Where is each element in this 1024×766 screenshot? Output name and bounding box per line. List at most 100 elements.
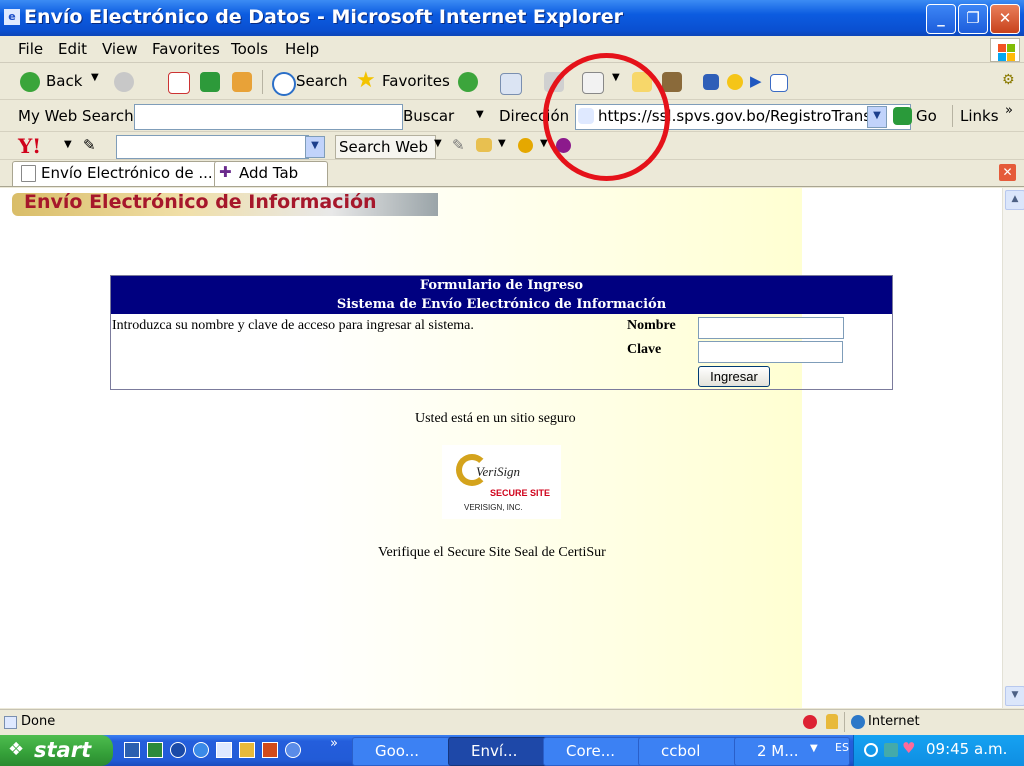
media-player-icon[interactable] <box>170 742 186 758</box>
search-web-button[interactable]: Search Web <box>335 135 436 159</box>
favorites-button[interactable]: Favorites <box>382 72 450 90</box>
stop-icon[interactable] <box>168 72 190 94</box>
home-icon[interactable] <box>232 72 252 92</box>
plus-icon: ✚ <box>219 163 232 181</box>
access-icon[interactable] <box>239 742 255 758</box>
messenger-icon[interactable] <box>703 74 719 90</box>
go-button[interactable]: Go <box>916 107 937 125</box>
address-toolbar: My Web Search Buscar ▼ Dirección https:/… <box>0 101 1024 132</box>
powerpoint-icon[interactable] <box>262 742 278 758</box>
close-button[interactable]: ✕ <box>990 4 1020 34</box>
globe-icon[interactable] <box>518 138 533 153</box>
lock-icon[interactable] <box>826 714 838 729</box>
links-button[interactable]: Links <box>960 107 999 125</box>
forward-arrow-icon[interactable] <box>114 72 134 92</box>
windows-logo-icon <box>990 38 1020 62</box>
tab-bar: Envío Electrónico de ... Add Tab ✚ ✕ <box>0 160 1024 187</box>
windows-flag-icon: ❖ <box>8 739 25 760</box>
menu-file[interactable]: File <box>18 40 43 58</box>
mail-icon[interactable] <box>500 73 522 95</box>
history-icon[interactable] <box>458 72 478 92</box>
buscar-dropdown-icon[interactable]: ▼ <box>476 109 484 120</box>
highlight-icon[interactable]: ✎ <box>452 136 465 154</box>
standard-toolbar: Back ▼ Search ★ Favorites ▼ ▶ ⚙ <box>0 64 1024 100</box>
start-button[interactable]: ❖ start <box>0 735 113 766</box>
nombre-label: Nombre <box>627 318 676 333</box>
mail-dropdown-icon[interactable]: ▼ <box>498 138 506 149</box>
taskbar: ❖ start » Goo... Enví... Core... ccbol 2… <box>0 735 1024 766</box>
seal-brand: VeriSign <box>476 464 521 479</box>
verisign-seal[interactable]: VeriSign SECURE SITE VERISIGN, INC. <box>442 445 561 519</box>
form-subtitle: Sistema de Envío Electrónico de Informac… <box>336 297 667 312</box>
login-form-header: Formulario de Ingreso Sistema de Envío E… <box>111 276 892 314</box>
buscar-button[interactable]: Buscar <box>403 107 454 125</box>
window-title: Envío Electrónico de Datos - Microsoft I… <box>24 6 623 28</box>
tray-expand-icon[interactable] <box>864 743 878 757</box>
yahoo-dropdown-icon[interactable]: ▼ <box>64 139 72 150</box>
page-tab-icon <box>21 165 36 182</box>
privacy-icon[interactable] <box>803 715 817 729</box>
vertical-scrollbar[interactable]: ▲ ▼ <box>1002 188 1024 708</box>
clave-label: Clave <box>627 342 662 357</box>
annotation-circle <box>543 53 670 181</box>
yahoo-logo[interactable]: Y! <box>18 134 41 158</box>
back-arrow-icon[interactable] <box>20 72 40 92</box>
yahoo-search-input[interactable] <box>116 135 309 159</box>
menu-edit[interactable]: Edit <box>58 40 87 58</box>
yahoo-search-dropdown-icon[interactable]: ▼ <box>305 136 325 158</box>
my-web-search-input[interactable] <box>134 104 403 130</box>
minimize-button[interactable]: _ <box>926 4 956 34</box>
heart-icon[interactable]: ♥ <box>902 739 915 757</box>
mail-toolbar-icon[interactable] <box>476 138 492 152</box>
word-icon[interactable] <box>124 742 140 758</box>
language-indicator[interactable]: ES <box>835 741 849 754</box>
scroll-down-icon[interactable]: ▼ <box>1005 686 1024 706</box>
back-button[interactable]: Back <box>46 72 82 90</box>
quicklaunch-more-icon[interactable]: » <box>330 736 338 751</box>
excel-quick-icon[interactable] <box>147 742 163 758</box>
task-outlook[interactable]: 2 M... <box>734 737 850 766</box>
search-button[interactable]: Search <box>296 72 348 90</box>
scroll-up-icon[interactable]: ▲ <box>1005 190 1024 210</box>
pencil-icon[interactable]: ✎ <box>83 136 96 154</box>
task-group-dropdown-icon[interactable]: ▼ <box>810 743 818 754</box>
ie-quick-icon[interactable] <box>193 742 209 758</box>
close-tab-icon[interactable]: ✕ <box>999 164 1016 181</box>
search-icon[interactable] <box>272 72 296 96</box>
title-bar: e Envío Electrónico de Datos - Microsoft… <box>0 0 1024 36</box>
maximize-button[interactable]: ❐ <box>958 4 988 34</box>
done-page-icon <box>4 716 17 729</box>
yahoo-toolbar: Y! ▼ ✎ ▼ Search Web ▼ ✎ ▼ ▼ <box>0 133 1024 160</box>
play-icon[interactable]: ▶ <box>750 72 762 90</box>
verify-seal-text: Verifique el Secure Site Seal de CertiSu… <box>378 545 606 560</box>
menu-tools[interactable]: Tools <box>231 40 268 58</box>
nombre-input[interactable] <box>698 317 844 339</box>
page-icon[interactable] <box>770 74 788 92</box>
clave-input[interactable] <box>698 341 843 363</box>
network-icon[interactable] <box>884 743 898 757</box>
address-dropdown-icon[interactable]: ▼ <box>867 106 887 128</box>
menu-bar: File Edit View Favorites Tools Help <box>0 36 1024 63</box>
favorites-star-icon[interactable]: ★ <box>356 68 376 93</box>
zone-text: Internet <box>868 714 920 729</box>
go-arrow-icon[interactable] <box>893 107 912 125</box>
seal-secure-text: SECURE SITE <box>490 488 551 498</box>
research-icon[interactable] <box>662 72 682 92</box>
form-instructions: Introduzca su nombre y clave de acceso p… <box>112 318 474 333</box>
search-web-dropdown-icon[interactable]: ▼ <box>434 138 442 149</box>
back-dropdown-icon[interactable]: ▼ <box>91 72 99 83</box>
secure-site-text: Usted está en un sitio seguro <box>415 411 576 426</box>
menu-help[interactable]: Help <box>285 40 319 58</box>
smiley-icon[interactable] <box>727 74 743 90</box>
tab-active[interactable]: Envío Electrónico de ... <box>12 161 240 186</box>
start-label: start <box>34 738 92 762</box>
refresh-icon[interactable] <box>200 72 220 92</box>
ingresar-button[interactable]: Ingresar <box>698 366 770 387</box>
chevron-right-icon[interactable]: » <box>1005 103 1013 118</box>
menu-view[interactable]: View <box>102 40 138 58</box>
search-quick-icon[interactable] <box>285 742 301 758</box>
toolbar-extension-icon[interactable]: ⚙ <box>1002 72 1015 88</box>
page-header-banner: Envío Electrónico de Información <box>12 191 438 216</box>
menu-favorites[interactable]: Favorites <box>152 40 220 58</box>
show-desktop-icon[interactable] <box>216 742 232 758</box>
